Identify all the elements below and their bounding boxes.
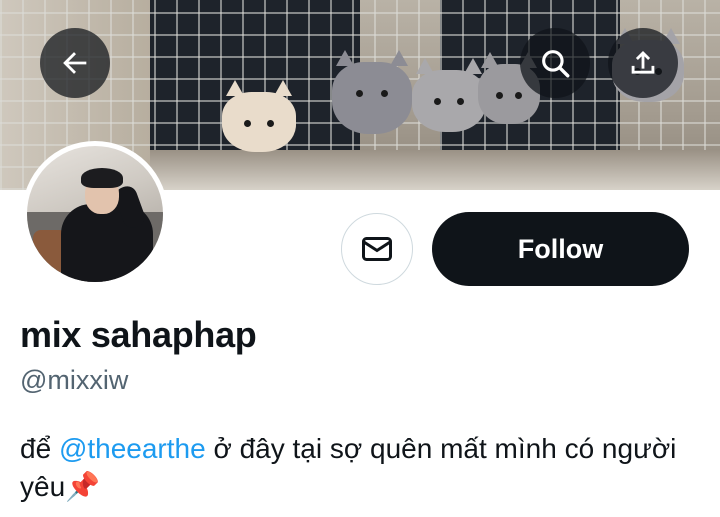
back-button[interactable] [40,28,110,98]
follow-button[interactable]: Follow [432,212,689,286]
search-icon [542,50,570,78]
banner-ledge [150,150,720,190]
pushpin-icon: 📌 [65,471,101,502]
banner-cat [332,50,412,134]
bio-text-prefix: để [20,433,59,464]
profile-bio: để @theearthe ở đây tại sợ quên mất mình… [20,430,700,506]
envelope-icon [362,237,392,261]
display-name: mix sahaphap [20,314,257,355]
message-button[interactable] [341,213,413,285]
banner-cat [412,58,486,132]
bio-mention-link[interactable]: @theearthe [59,433,206,464]
banner-cat [222,80,296,152]
avatar-photo [27,146,163,282]
share-upload-icon [631,50,655,74]
avatar-person-hair [81,168,123,188]
search-button[interactable] [520,28,590,98]
share-button[interactable] [608,28,678,98]
arrow-left-icon [63,52,87,74]
user-handle: @mixxiw [20,365,129,395]
profile-avatar[interactable] [22,141,168,287]
